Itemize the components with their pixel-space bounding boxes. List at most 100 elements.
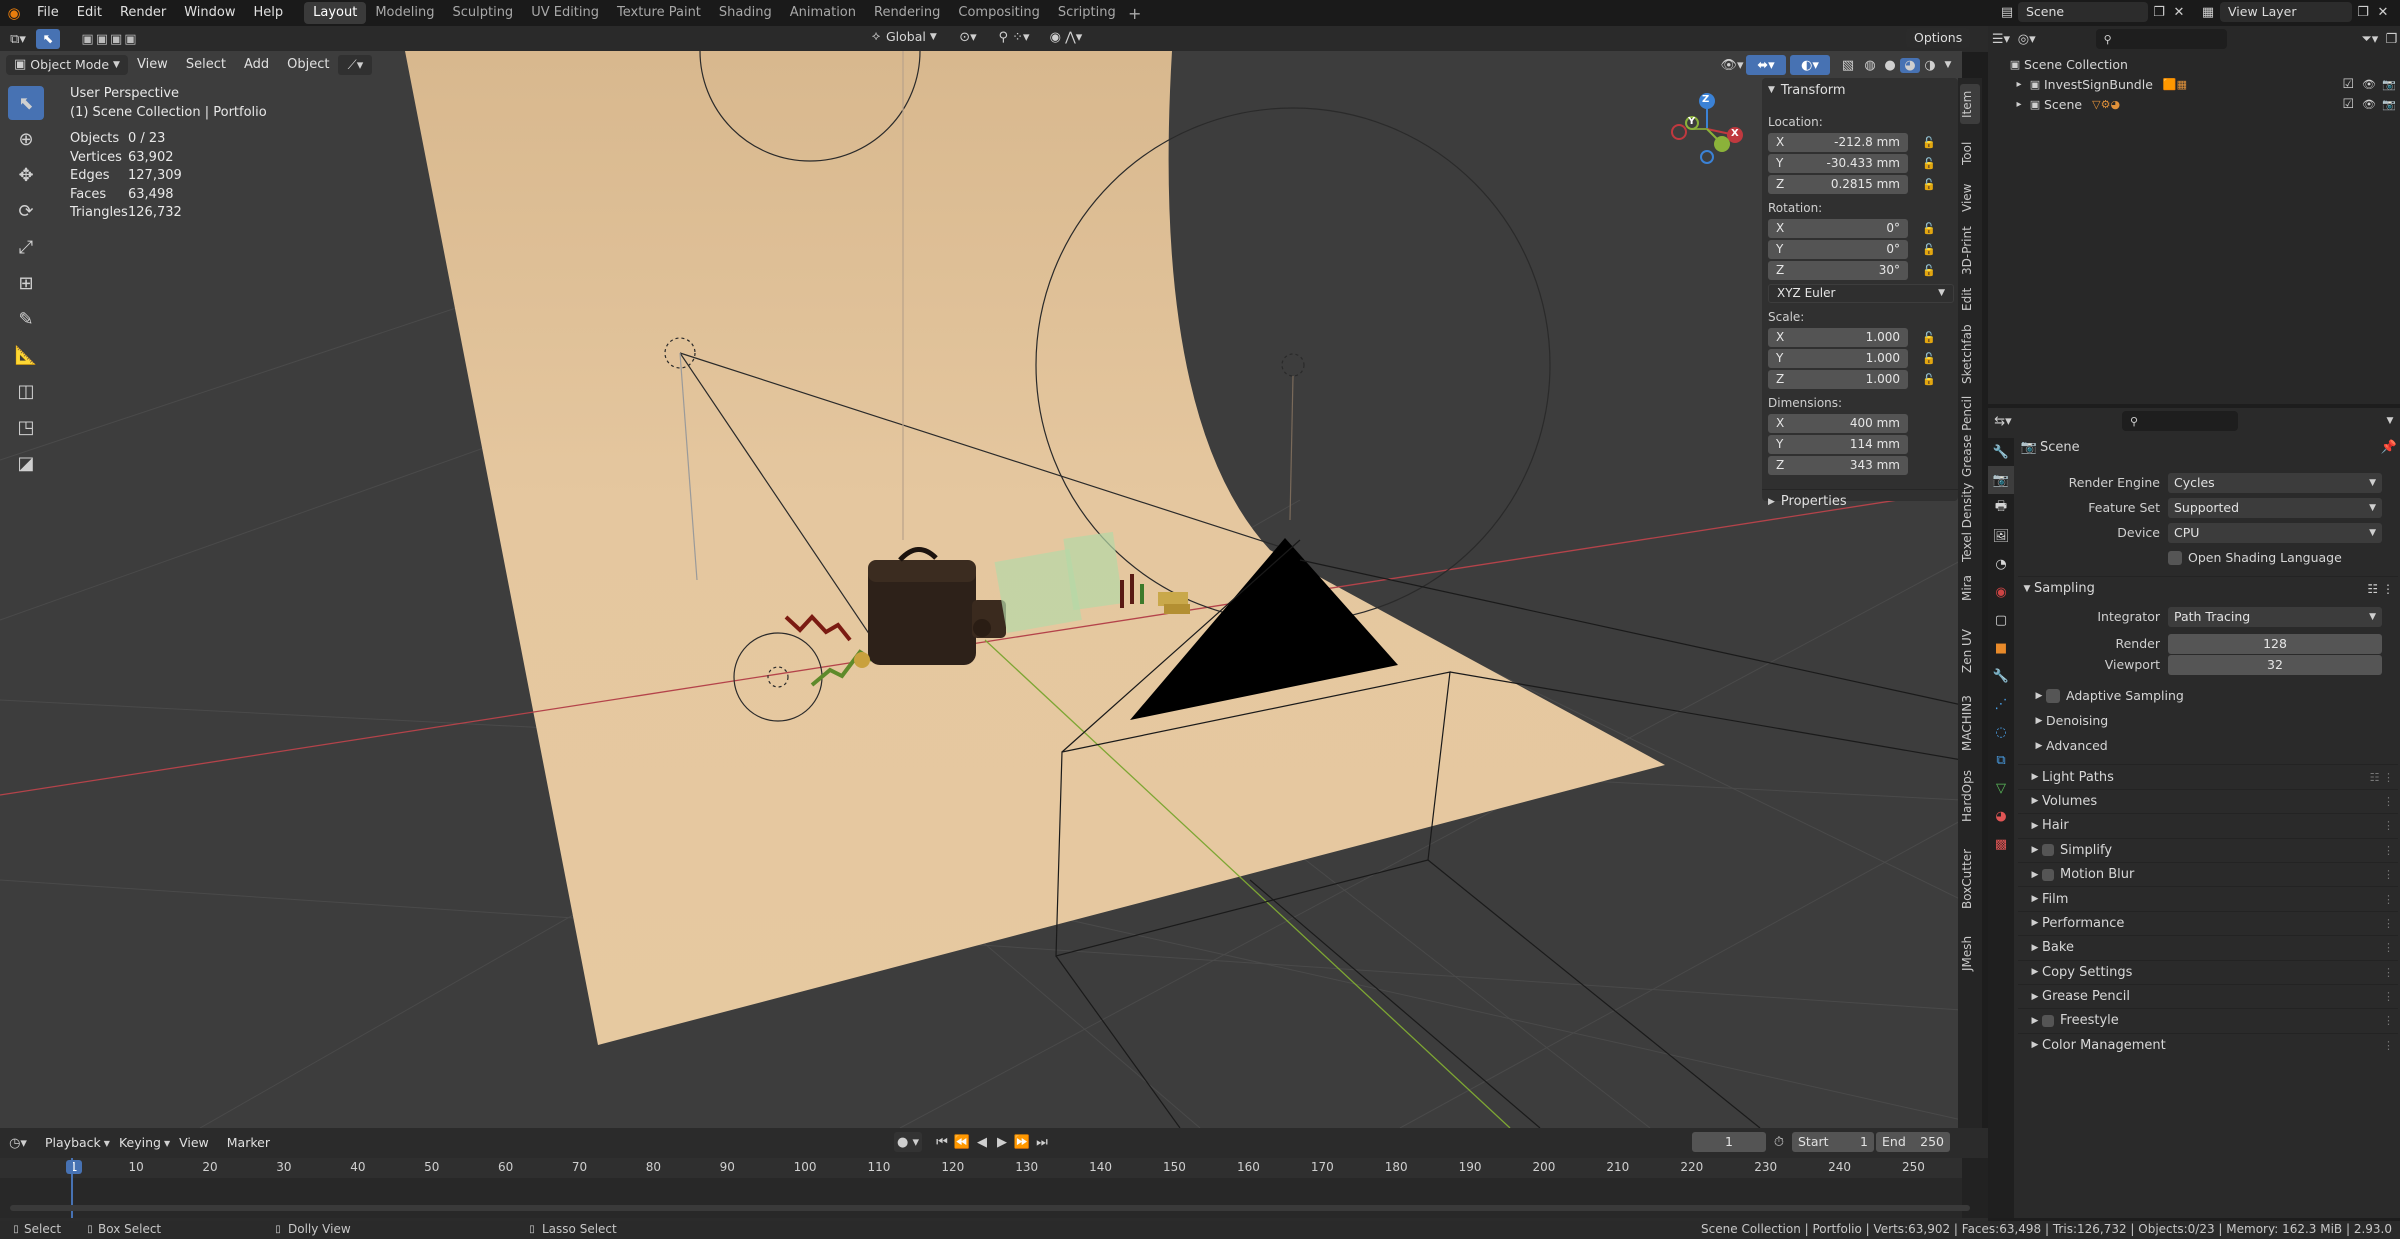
delete-view-layer-icon[interactable]: ✕ [2374, 5, 2392, 20]
drag-handle-icon[interactable]: ⋮ [2383, 795, 2394, 808]
select-tool-icon[interactable]: ⬉ [36, 29, 60, 49]
rotate-tool-icon[interactable]: ⟳ [8, 194, 44, 228]
play-icon[interactable]: ▶ [992, 1135, 1012, 1150]
material-shading-icon[interactable]: ◕ [1900, 57, 1920, 73]
sidebar-tab-item[interactable]: Item [1960, 84, 1980, 124]
sidebar-tab-edit[interactable]: Edit [1960, 284, 1980, 314]
sidebar-tab-grease-pencil[interactable]: Grease Pencil [1960, 394, 1980, 478]
dimensions-x-field[interactable]: X 400 mm [1768, 413, 1908, 433]
blender-logo-icon[interactable]: ◉ [0, 0, 28, 26]
timeline-editor-icon[interactable]: ◷▾ [0, 1136, 36, 1151]
jump-end-icon[interactable]: ⏭ [1032, 1135, 1052, 1150]
select-box-tool-icon[interactable]: ⬉ [8, 86, 44, 120]
drag-handle-icon[interactable]: ⋮ [2383, 990, 2394, 1003]
eye-icon[interactable]: 👁 [2362, 98, 2376, 111]
record-icon[interactable]: ● ▾ [894, 1132, 922, 1152]
pin-icon[interactable]: 📌 [2380, 440, 2398, 455]
dimensions-z-field[interactable]: Z 343 mm [1768, 455, 1908, 475]
expand-arrow-icon[interactable]: ▸ [2012, 79, 2026, 90]
tab-modeling[interactable]: Modeling [366, 2, 443, 24]
timeline-track[interactable]: 1 10 20 30 40 50 60 70 80 90 100 110 120 130 140 150 160… [0, 1158, 1988, 1218]
lock-icon[interactable]: 🔓 [1922, 264, 1936, 277]
shading-options-icon[interactable]: ▼ [1940, 60, 1956, 70]
eye-icon[interactable]: 👁 [2362, 78, 2376, 91]
tool-tab-icon[interactable]: 🔧 [1988, 438, 2014, 466]
integrator-dropdown[interactable]: Path Tracing ▼ [2168, 606, 2382, 627]
rotation-z-field[interactable]: Z 30° [1768, 260, 1908, 280]
object-tab-icon[interactable]: ■ [1988, 634, 2014, 662]
rotation-mode-dropdown[interactable]: XYZ Euler ▼ [1768, 283, 1954, 303]
drag-handle-icon[interactable]: ⋮ [2383, 844, 2394, 857]
lock-icon[interactable]: 🔓 [1922, 178, 1936, 191]
section-motion-blur[interactable]: ▶ Motion Blur ⋮ [2018, 861, 2398, 886]
rotation-y-field[interactable]: Y 0° [1768, 239, 1908, 259]
scale-x-field[interactable]: X 1.000 [1768, 327, 1908, 347]
tab-layout[interactable]: Layout [304, 2, 367, 24]
drag-handle-icon[interactable]: ☷ ⋮ [2370, 771, 2394, 784]
rendered-shading-icon[interactable]: ◑ [1920, 58, 1940, 73]
end-frame-field[interactable]: End 250 [1876, 1132, 1950, 1152]
graph-dropdown-icon[interactable]: ⟋▾ [338, 55, 373, 75]
properties-search-input[interactable]: ⚲ [2122, 411, 2238, 431]
scene-selector[interactable]: ▤ Scene ❐ ✕ [1996, 2, 2188, 22]
drag-handle-icon[interactable]: ⋮ [2383, 868, 2394, 881]
scale-tool-icon[interactable]: ⤢ [8, 230, 44, 264]
menu-select[interactable]: Select [177, 52, 235, 78]
drag-handle-icon[interactable]: ⋮ [2383, 966, 2394, 979]
start-frame-field[interactable]: Start 1 [1792, 1132, 1874, 1152]
add-workspace-icon[interactable]: + [1125, 4, 1145, 23]
outliner-row[interactable]: ▸ ▣ Scene ▽⚙◕ ☑ 👁 📷 [1988, 94, 2400, 114]
modifier-tab-icon[interactable]: 🔧 [1988, 662, 2014, 690]
view-layer-field[interactable]: View Layer [2220, 2, 2352, 22]
section-freestyle[interactable]: ▶ Freestyle ⋮ [2018, 1008, 2398, 1032]
delete-scene-icon[interactable]: ✕ [2170, 5, 2188, 20]
jump-keyframe-forward-icon[interactable]: ⏩ [1012, 1135, 1032, 1150]
xray-icon[interactable]: ▧ [1836, 58, 1860, 73]
sidebar-tab-sketchfab[interactable]: Sketchfab [1960, 318, 1980, 390]
drag-handle-icon[interactable]: ⋮ [2383, 941, 2394, 954]
section-volumes[interactable]: ▶ Volumes ⋮ [2018, 788, 2398, 813]
section-hair[interactable]: ▶ Hair ⋮ [2018, 813, 2398, 837]
sidebar-tab-zen-uv[interactable]: Zen UV [1960, 616, 1980, 686]
render-tab-icon[interactable]: 📷 [1988, 466, 2014, 494]
section-film[interactable]: ▶ Film ⋮ [2018, 886, 2398, 910]
lock-icon[interactable]: 🔓 [1922, 331, 1936, 344]
transform-orientation[interactable]: ⟡ Global ▼ [866, 29, 937, 44]
drag-handle-icon[interactable]: ⋮ [2383, 1014, 2394, 1027]
camera-render-icon[interactable]: 📷 [2382, 98, 2396, 111]
osl-row[interactable]: Open Shading Language [2018, 545, 2398, 570]
add-cube-tool-icon[interactable]: ◫ [8, 374, 44, 408]
new-view-layer-icon[interactable]: ❐ [2352, 5, 2374, 20]
properties-panel-header[interactable]: ▶ Properties [1762, 489, 1958, 513]
scale-y-field[interactable]: Y 1.000 [1768, 348, 1908, 368]
camera-render-icon[interactable]: 📷 [2382, 78, 2396, 91]
section-copy-settings[interactable]: ▶ Copy Settings ⋮ [2018, 959, 2398, 984]
section-simplify[interactable]: ▶ Simplify ⋮ [2018, 837, 2398, 862]
scale-z-field[interactable]: Z 1.000 [1768, 369, 1908, 389]
sidebar-tab-mira[interactable]: Mira [1960, 564, 1980, 612]
new-collection-icon[interactable]: ❐ [2383, 32, 2400, 47]
jump-keyframe-back-icon[interactable]: ⏪ [952, 1135, 972, 1150]
material-tab-icon[interactable]: ◕ [1988, 802, 2014, 830]
menu-file[interactable]: File [28, 0, 68, 26]
sidebar-tab-3d-print[interactable]: 3D-Print [1960, 222, 1980, 280]
lock-icon[interactable]: 🔓 [1922, 222, 1936, 235]
menu-playback[interactable]: Playback [36, 1130, 110, 1156]
tab-compositing[interactable]: Compositing [949, 2, 1049, 24]
scene-tab-icon[interactable]: ◔ [1988, 550, 2014, 578]
particles-tab-icon[interactable]: ⋰ [1988, 690, 2014, 718]
editor-type-icon[interactable]: ⧉▾ [0, 32, 36, 47]
section-checkbox[interactable] [2042, 1014, 2054, 1027]
denoising-row[interactable]: ▶ Denoising [2018, 708, 2398, 733]
section-bake[interactable]: ▶ Bake ⋮ [2018, 935, 2398, 959]
menu-marker[interactable]: Marker [218, 1130, 279, 1156]
section-checkbox[interactable] [2042, 844, 2054, 857]
render-engine-dropdown[interactable]: Cycles ▼ [2168, 472, 2382, 493]
solid-shading-icon[interactable]: ● [1880, 58, 1900, 73]
scene-name-field[interactable]: Scene [2018, 2, 2148, 22]
current-frame-field[interactable]: 1 [1692, 1132, 1766, 1152]
tab-shading[interactable]: Shading [710, 2, 781, 24]
new-scene-icon[interactable]: ❐ [2148, 5, 2170, 20]
outliner-row[interactable]: ▸ ▣ InvestSignBundle 🟧▦ ☑ 👁 📷 [1988, 74, 2400, 94]
section-grease-pencil[interactable]: ▶ Grease Pencil ⋮ [2018, 983, 2398, 1008]
